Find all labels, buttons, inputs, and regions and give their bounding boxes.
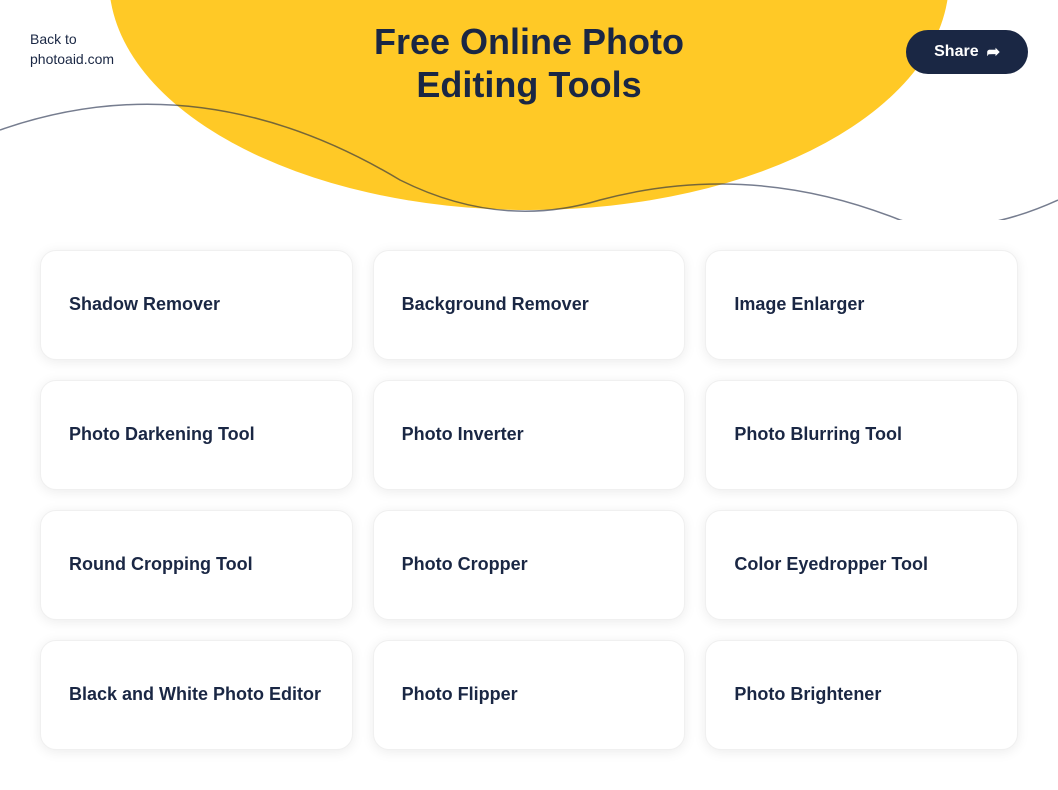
tool-card-label-photo-inverter: Photo Inverter	[402, 423, 524, 446]
tool-card-label-photo-brightener: Photo Brightener	[734, 683, 881, 706]
tool-card-photo-blurring-tool[interactable]: Photo Blurring Tool	[705, 380, 1018, 490]
tool-card-label-round-cropping-tool: Round Cropping Tool	[69, 553, 253, 576]
tools-grid: Shadow Remover Background Remover Image En…	[0, 230, 1058, 790]
tool-card-label-photo-blurring-tool: Photo Blurring Tool	[734, 423, 902, 446]
back-link-text: Back to photoaid.com	[30, 31, 114, 67]
tool-card-black-and-white-photo-editor[interactable]: Black and White Photo Editor	[40, 640, 353, 750]
tool-card-label-image-enlarger: Image Enlarger	[734, 293, 864, 316]
tool-card-shadow-remover[interactable]: Shadow Remover	[40, 250, 353, 360]
share-icon: ➦	[987, 42, 1000, 62]
tool-card-label-color-eyedropper-tool: Color Eyedropper Tool	[734, 553, 928, 576]
tool-card-label-black-and-white-photo-editor: Black and White Photo Editor	[69, 683, 321, 706]
tool-card-photo-brightener[interactable]: Photo Brightener	[705, 640, 1018, 750]
tool-card-image-enlarger[interactable]: Image Enlarger	[705, 250, 1018, 360]
tool-card-round-cropping-tool[interactable]: Round Cropping Tool	[40, 510, 353, 620]
tool-card-label-background-remover: Background Remover	[402, 293, 589, 316]
tool-card-color-eyedropper-tool[interactable]: Color Eyedropper Tool	[705, 510, 1018, 620]
tool-card-background-remover[interactable]: Background Remover	[373, 250, 686, 360]
share-label: Share	[934, 43, 978, 61]
tool-card-label-photo-flipper: Photo Flipper	[402, 683, 518, 706]
back-link[interactable]: Back to photoaid.com	[30, 30, 114, 69]
tool-card-label-photo-cropper: Photo Cropper	[402, 553, 528, 576]
tool-card-photo-flipper[interactable]: Photo Flipper	[373, 640, 686, 750]
tool-card-label-photo-darkening-tool: Photo Darkening Tool	[69, 423, 255, 446]
page-title: Free Online Photo Editing Tools	[319, 20, 739, 106]
header: Back to photoaid.com Free Online Photo E…	[0, 0, 1058, 220]
tool-card-photo-cropper[interactable]: Photo Cropper	[373, 510, 686, 620]
tool-card-photo-darkening-tool[interactable]: Photo Darkening Tool	[40, 380, 353, 490]
tool-card-photo-inverter[interactable]: Photo Inverter	[373, 380, 686, 490]
tool-card-label-shadow-remover: Shadow Remover	[69, 293, 220, 316]
share-button[interactable]: Share ➦	[906, 30, 1028, 74]
